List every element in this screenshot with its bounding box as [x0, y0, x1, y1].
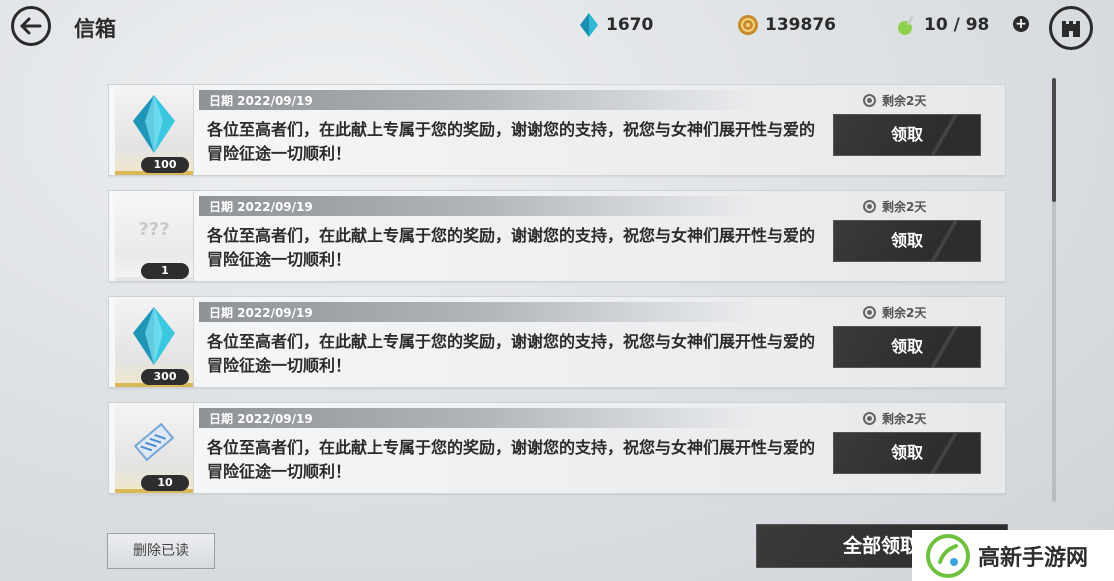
stamina-counter: 10 / 98	[896, 13, 989, 37]
item-count: 1	[141, 263, 189, 279]
mail-list[interactable]: 100 日期 2022/09/19 各位至高者们，在此献上专属于您的奖励，谢谢您…	[108, 84, 1006, 502]
blue-crystal-icon	[133, 307, 175, 365]
mail-date: 日期 2022/09/19	[209, 94, 313, 108]
mystery-item-icon: ???	[138, 219, 169, 240]
mail-item: 300 日期 2022/09/19 各位至高者们，在此献上专属于您的奖励，谢谢您…	[108, 296, 1006, 388]
item-count: 300	[141, 369, 189, 385]
delete-read-button[interactable]: 删除已读	[107, 533, 215, 569]
mail-date: 日期 2022/09/19	[209, 412, 313, 426]
mail-message: 各位至高者们，在此献上专属于您的奖励，谢谢您的支持，祝您与女神们展开性与爱的冒险…	[207, 332, 816, 375]
clock-icon	[863, 200, 876, 213]
gold-coin-icon	[738, 15, 758, 35]
mail-date: 日期 2022/09/19	[209, 306, 313, 320]
add-stamina-button[interactable]: +	[1013, 16, 1029, 32]
item-count: 10	[141, 475, 189, 491]
blue-crystal-icon	[133, 95, 175, 153]
reward-item-slot[interactable]: ??? 1	[115, 191, 194, 281]
top-bar: 信箱 1670 139876 10 / 98 +	[0, 0, 1114, 60]
watermark-text: 高新手游网	[978, 545, 1089, 571]
mail-date: 日期 2022/09/19	[209, 200, 313, 214]
remaining-text: 剩余2天	[882, 200, 927, 214]
gold-value: 139876	[765, 15, 836, 35]
gems-value: 1670	[606, 15, 654, 35]
remaining-time: 剩余2天	[863, 304, 926, 321]
clock-icon	[863, 94, 876, 107]
green-potion-icon	[898, 16, 914, 35]
remaining-time: 剩余2天	[863, 198, 926, 215]
back-arrow-icon	[20, 17, 42, 35]
castle-button[interactable]	[1049, 6, 1093, 50]
scrollbar[interactable]	[1052, 78, 1056, 502]
clock-icon	[863, 306, 876, 319]
item-count: 100	[141, 157, 189, 173]
svg-text:???: ???	[138, 219, 169, 240]
remaining-time: 剩余2天	[863, 92, 926, 109]
blue-crystal-icon	[580, 13, 598, 37]
page-title: 信箱	[74, 17, 116, 41]
back-button[interactable]	[11, 6, 51, 46]
claim-button[interactable]: 领取	[833, 326, 981, 368]
plus-icon: +	[1015, 16, 1027, 32]
remaining-text: 剩余2天	[882, 306, 927, 320]
claim-button[interactable]: 领取	[833, 114, 981, 156]
scrollbar-thumb[interactable]	[1052, 78, 1056, 202]
reward-item-slot[interactable]: 300	[115, 297, 194, 387]
watermark-logo-icon	[926, 533, 970, 578]
mail-message: 各位至高者们，在此献上专属于您的奖励，谢谢您的支持，祝您与女神们展开性与爱的冒险…	[207, 226, 816, 269]
watermark: 高新手游网	[912, 530, 1114, 581]
remaining-text: 剩余2天	[882, 412, 927, 426]
mail-item: ??? 1 日期 2022/09/19 各位至高者们，在此献上专属于您的奖励，谢…	[108, 190, 1006, 282]
mail-message: 各位至高者们，在此献上专属于您的奖励，谢谢您的支持，祝您与女神们展开性与爱的冒险…	[207, 120, 816, 163]
remaining-text: 剩余2天	[882, 94, 927, 108]
clock-icon	[863, 412, 876, 425]
remaining-time: 剩余2天	[863, 410, 926, 427]
claim-button[interactable]: 领取	[833, 432, 981, 474]
castle-icon	[1062, 21, 1080, 37]
reward-item-slot[interactable]: 10	[115, 403, 194, 493]
claim-button[interactable]: 领取	[833, 220, 981, 262]
gems-counter: 1670	[580, 13, 653, 37]
gold-counter: 139876	[737, 13, 836, 37]
mail-item: 10 日期 2022/09/19 各位至高者们，在此献上专属于您的奖励，谢谢您的…	[108, 402, 1006, 494]
reward-item-slot[interactable]: 100	[115, 85, 194, 175]
stamina-value: 10 / 98	[924, 15, 990, 35]
mail-message: 各位至高者们，在此献上专属于您的奖励，谢谢您的支持，祝您与女神们展开性与爱的冒险…	[207, 438, 816, 481]
ticket-icon	[133, 422, 175, 462]
mail-item: 100 日期 2022/09/19 各位至高者们，在此献上专属于您的奖励，谢谢您…	[108, 84, 1006, 176]
